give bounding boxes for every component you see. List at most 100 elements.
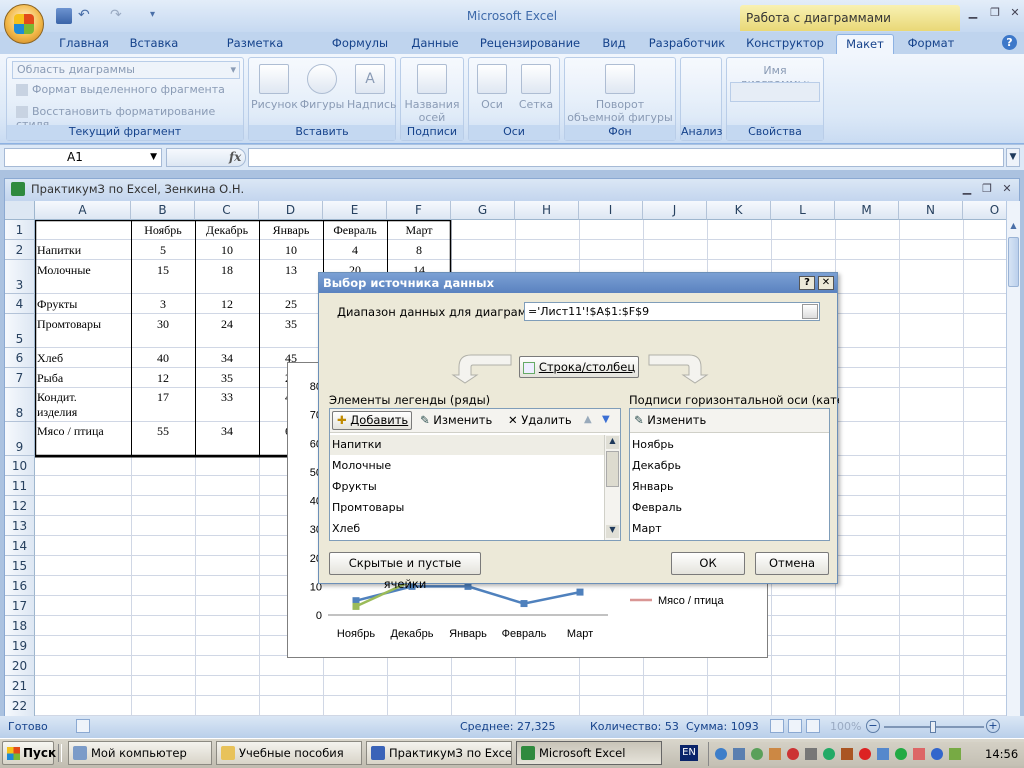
cell-value[interactable]: 15 bbox=[131, 263, 195, 277]
scroll-thumb[interactable] bbox=[606, 451, 619, 487]
row-header[interactable]: 16 bbox=[5, 576, 35, 596]
row-header[interactable]: 9 bbox=[5, 422, 35, 456]
data-range-input[interactable]: ='Лист11'!$A$1:$F$9 bbox=[524, 302, 820, 321]
row-header[interactable]: 17 bbox=[5, 596, 35, 616]
cancel-button[interactable]: Отмена bbox=[755, 552, 829, 575]
category-list-item[interactable]: Декабрь bbox=[632, 459, 681, 473]
cell-value[interactable]: 10 bbox=[259, 243, 323, 257]
category-list-item[interactable]: Март bbox=[632, 522, 662, 536]
close-icon[interactable]: ✕ bbox=[1004, 6, 1024, 22]
vertical-scrollbar[interactable]: ▲ bbox=[1006, 201, 1020, 717]
3d-rotation-icon[interactable] bbox=[605, 64, 635, 94]
column-header[interactable]: G bbox=[451, 201, 515, 220]
help-icon[interactable]: ? bbox=[1002, 35, 1017, 50]
delete-series-button[interactable]: ✕ Удалить bbox=[508, 413, 572, 427]
cell-category[interactable]: Рыба bbox=[37, 371, 63, 385]
row-header[interactable]: 14 bbox=[5, 536, 35, 556]
cell-category[interactable]: Кондит. bbox=[37, 390, 77, 404]
row-header[interactable]: 15 bbox=[5, 556, 35, 576]
scroll-thumb[interactable] bbox=[1008, 237, 1019, 287]
select-all-corner[interactable] bbox=[5, 201, 35, 220]
move-up-icon[interactable]: ▲ bbox=[584, 414, 592, 425]
gridlines-icon[interactable] bbox=[521, 64, 551, 94]
taskbar-word-doc[interactable]: ПрактикумЗ по Excel... bbox=[366, 741, 512, 765]
category-list-item[interactable]: Февраль bbox=[632, 501, 682, 515]
tab-format[interactable]: Формат bbox=[900, 34, 962, 54]
cell-value[interactable]: 40 bbox=[131, 351, 195, 365]
add-series-button[interactable]: ✚ Добавить bbox=[332, 411, 412, 430]
row-header[interactable]: 2 bbox=[5, 240, 35, 260]
cell-value[interactable]: 5 bbox=[131, 243, 195, 257]
cell-month[interactable]: Март bbox=[387, 223, 451, 237]
tab-formulas[interactable]: Формулы bbox=[328, 34, 392, 54]
column-header[interactable]: H bbox=[515, 201, 579, 220]
column-header[interactable]: K bbox=[707, 201, 771, 220]
dialog-close-button[interactable]: ✕ bbox=[818, 276, 834, 290]
tab-home[interactable]: Главная bbox=[56, 34, 112, 54]
cell-value[interactable]: 4 bbox=[323, 243, 387, 257]
tab-data[interactable]: Данные bbox=[406, 34, 464, 54]
row-header[interactable]: 19 bbox=[5, 636, 35, 656]
cell-value[interactable]: 33 bbox=[195, 390, 259, 404]
row-header[interactable]: 7 bbox=[5, 368, 35, 388]
axis-titles-icon[interactable] bbox=[417, 64, 447, 94]
series-list-item[interactable]: Напитки bbox=[332, 438, 382, 452]
tab-developer[interactable]: Разработчик bbox=[644, 34, 730, 54]
tab-layout[interactable]: Макет bbox=[836, 34, 894, 54]
row-header[interactable]: 3 bbox=[5, 260, 35, 294]
wb-minimize-icon[interactable]: ▁ bbox=[956, 182, 978, 198]
series-list-item[interactable]: Молочные bbox=[332, 459, 391, 473]
zoom-level[interactable]: 100% bbox=[830, 720, 861, 733]
chart-name-input[interactable] bbox=[730, 82, 820, 102]
taskbar-my-computer[interactable]: Мой компьютер bbox=[68, 741, 212, 765]
cell-value[interactable]: 10 bbox=[195, 243, 259, 257]
column-header[interactable]: I bbox=[579, 201, 643, 220]
row-header[interactable]: 8 bbox=[5, 388, 35, 422]
tab-design[interactable]: Конструктор bbox=[746, 34, 824, 54]
wb-restore-icon[interactable]: ❐ bbox=[976, 182, 998, 198]
row-header[interactable]: 20 bbox=[5, 656, 35, 676]
cell-value[interactable]: 17 bbox=[131, 390, 195, 404]
column-header[interactable]: F bbox=[387, 201, 451, 220]
page-break-view-icon[interactable] bbox=[806, 719, 820, 733]
cell-month[interactable]: Ноябрь bbox=[131, 223, 195, 237]
formula-input[interactable] bbox=[248, 148, 1004, 167]
row-header[interactable]: 18 bbox=[5, 616, 35, 636]
tab-insert[interactable]: Вставка bbox=[126, 34, 182, 54]
edit-series-button[interactable]: ✎ Изменить bbox=[420, 413, 492, 427]
category-list-item[interactable]: Ноябрь bbox=[632, 438, 674, 452]
series-list-item[interactable]: Хлеб bbox=[332, 522, 360, 536]
cell-category[interactable]: Фрукты bbox=[37, 297, 77, 311]
column-header[interactable]: B bbox=[131, 201, 195, 220]
minimize-icon[interactable]: ▁ bbox=[962, 6, 984, 22]
column-header[interactable]: O bbox=[963, 201, 1006, 220]
column-header[interactable]: L bbox=[771, 201, 835, 220]
cell-value[interactable]: 8 bbox=[387, 243, 451, 257]
column-header[interactable]: M bbox=[835, 201, 899, 220]
row-header[interactable]: 13 bbox=[5, 516, 35, 536]
cell-month[interactable]: Декабрь bbox=[195, 223, 259, 237]
column-header[interactable]: N bbox=[899, 201, 963, 220]
zoom-in-icon[interactable]: + bbox=[986, 719, 1000, 733]
expand-formula-bar-icon[interactable]: ▼ bbox=[1006, 148, 1020, 167]
cell-category[interactable]: Хлеб bbox=[37, 351, 63, 365]
row-header[interactable]: 1 bbox=[5, 220, 35, 240]
format-selection-button[interactable]: Формат выделенного фрагмента bbox=[16, 83, 225, 96]
shapes-icon[interactable] bbox=[307, 64, 337, 94]
tab-review[interactable]: Рецензирование bbox=[478, 34, 582, 54]
column-header[interactable]: D bbox=[259, 201, 323, 220]
scroll-down-icon[interactable]: ▼ bbox=[606, 525, 619, 538]
cell-category[interactable]: Мясо / птица bbox=[37, 424, 104, 438]
cell-value[interactable]: 55 bbox=[131, 424, 195, 438]
office-button[interactable] bbox=[4, 4, 44, 44]
row-header[interactable]: 6 bbox=[5, 348, 35, 368]
hidden-empty-cells-button[interactable]: Скрытые и пустые ячейки bbox=[329, 552, 481, 591]
dialog-help-button[interactable]: ? bbox=[799, 276, 815, 290]
picture-icon[interactable] bbox=[259, 64, 289, 94]
row-header[interactable]: 22 bbox=[5, 696, 35, 717]
series-list-item[interactable]: Фрукты bbox=[332, 480, 377, 494]
tab-view[interactable]: Вид bbox=[596, 34, 632, 54]
switch-row-column-button[interactable]: Строка/столбец bbox=[519, 356, 639, 378]
cell-value[interactable]: 25 bbox=[259, 297, 323, 311]
cell-value[interactable]: 34 bbox=[195, 424, 259, 438]
